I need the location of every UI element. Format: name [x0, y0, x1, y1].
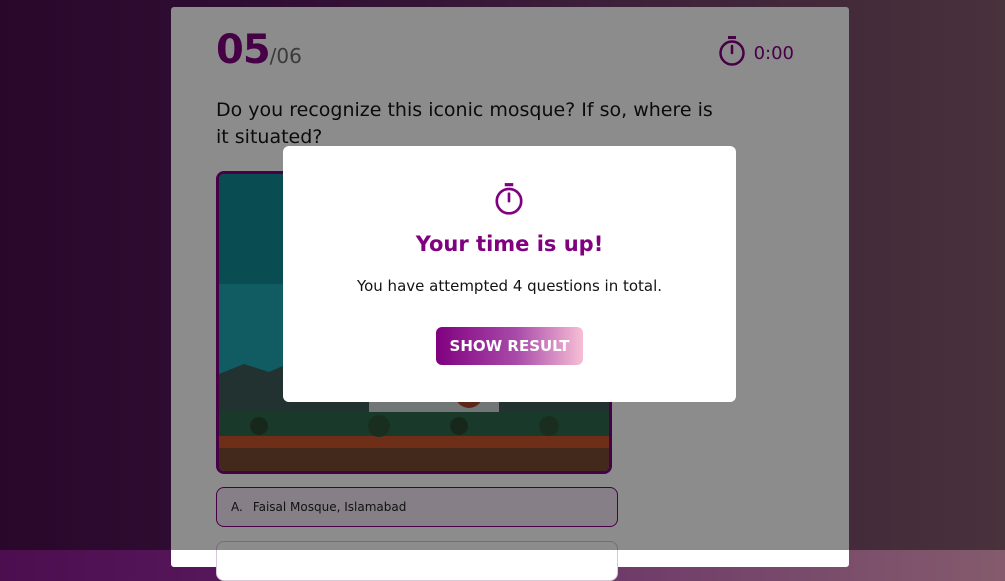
modal-message: You have attempted 4 questions in total.	[356, 277, 663, 295]
stopwatch-icon	[494, 182, 524, 220]
time-up-modal: Your time is up! You have attempted 4 qu…	[283, 146, 736, 402]
modal-title: Your time is up!	[415, 232, 604, 256]
show-result-button[interactable]: SHOW RESULT	[436, 327, 583, 365]
